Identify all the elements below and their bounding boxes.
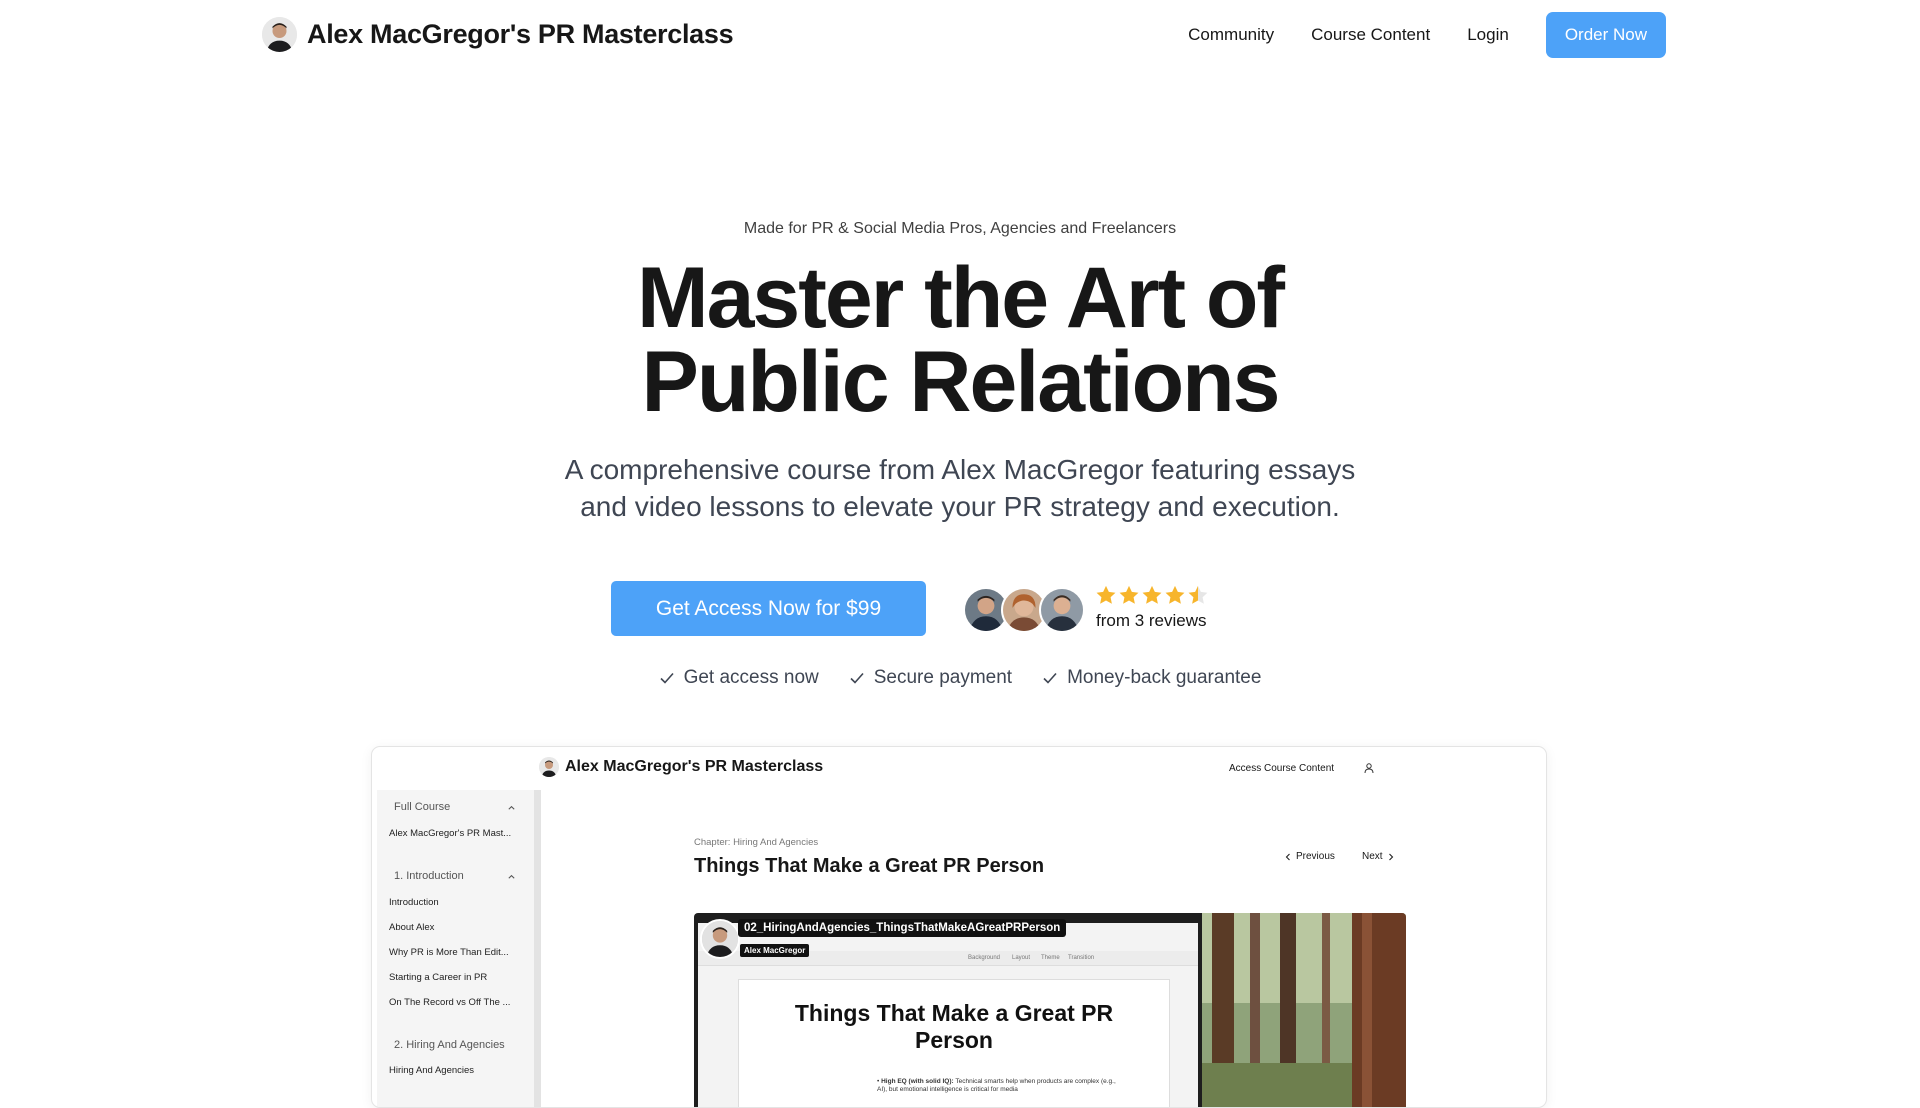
feature-label: Secure payment xyxy=(873,667,1013,688)
video-webcam-avatar xyxy=(700,919,740,959)
hero-subtitle-line-1: A comprehensive course from Alex MacGreg… xyxy=(564,454,1356,485)
preview-brand-title: Alex MacGregor's PR Masterclass xyxy=(565,758,824,775)
video-forest-image xyxy=(1202,913,1406,1107)
slide-title-line-2: Person xyxy=(915,1027,993,1053)
sidebar-item[interactable]: Alex MacGregor's PR Mast... xyxy=(389,828,529,839)
feature-label: Money-back guarantee xyxy=(1067,667,1262,688)
rating-stars xyxy=(1095,584,1209,606)
reviews-count: from 3 reviews xyxy=(1096,611,1207,630)
hero-eyebrow: Made for PR & Social Media Pros, Agencie… xyxy=(743,220,1177,237)
star-icon xyxy=(1142,585,1162,604)
chapter-label: Chapter: Hiring And Agencies xyxy=(694,837,819,848)
sidebar-header-hiring[interactable]: 2. Hiring And Agencies xyxy=(394,1039,505,1051)
hero-title-line-1: Master the Art of xyxy=(636,250,1285,346)
brand-avatar xyxy=(262,17,297,52)
slide-title: Things That Make a Great PR Person xyxy=(739,1000,1169,1054)
chevron-left-icon xyxy=(1285,853,1290,860)
video-author-label: Alex MacGregor xyxy=(740,944,810,957)
preview-access-link[interactable]: Access Course Content xyxy=(1229,763,1334,774)
sidebar-item[interactable]: On The Record vs Off The ... xyxy=(389,997,529,1008)
check-icon xyxy=(1043,672,1057,684)
sidebar-item[interactable]: Hiring And Agencies xyxy=(389,1065,529,1076)
slide-title-line-1: Things That Make a Great PR xyxy=(794,1000,1114,1026)
feature-list: Get access now Secure payment Money-back… xyxy=(0,667,1920,689)
check-icon xyxy=(850,672,864,684)
chevron-up-icon[interactable] xyxy=(507,872,516,881)
course-preview: Alex MacGregor's PR Masterclass Access C… xyxy=(371,746,1547,1108)
brand-title: Alex MacGregor's PR Masterclass xyxy=(307,19,734,49)
sidebar-header-introduction[interactable]: 1. Introduction xyxy=(394,870,464,882)
order-now-button[interactable]: Order Now xyxy=(1545,12,1666,58)
video-slide: Things That Make a Great PR Person • Hig… xyxy=(738,979,1170,1107)
toolbar-item: Theme xyxy=(1041,955,1060,961)
chevron-right-icon xyxy=(1388,853,1393,860)
nav-links: Community Course Content Login Order Now xyxy=(1188,12,1666,58)
nav-link-login[interactable]: Login xyxy=(1467,25,1509,45)
hero-title-line-2: Public Relations xyxy=(641,334,1280,430)
star-icon xyxy=(1165,585,1185,604)
nav-link-course-content[interactable]: Course Content xyxy=(1311,25,1430,45)
feature-item: Money-back guarantee xyxy=(1042,667,1261,689)
toolbar-item: Transition xyxy=(1068,955,1095,961)
sidebar-item[interactable]: About Alex xyxy=(389,922,529,933)
video-player[interactable]: Background Layout Theme Transition Thing… xyxy=(694,913,1406,1107)
sidebar-item[interactable]: Introduction xyxy=(389,897,529,908)
feature-item: Secure payment xyxy=(849,667,1012,689)
previous-button[interactable]: Previous xyxy=(1284,851,1335,862)
sidebar-header-full-course[interactable]: Full Course xyxy=(394,801,450,813)
previous-label: Previous xyxy=(1296,851,1335,862)
feature-item: Get access now xyxy=(659,667,819,689)
next-label: Next xyxy=(1362,851,1383,862)
toolbar-item: Layout xyxy=(1012,955,1031,961)
lesson-title: Things That Make a Great PR Person xyxy=(694,855,1045,877)
star-half-icon xyxy=(1188,585,1208,604)
star-icon xyxy=(1096,585,1116,604)
sidebar-item[interactable]: Starting a Career in PR xyxy=(389,972,529,983)
video-file-label: 02_HiringAndAgencies_ThingsThatMakeAGrea… xyxy=(738,919,1067,937)
top-nav: Alex MacGregor's PR Masterclass Communit… xyxy=(0,0,1920,70)
user-icon[interactable] xyxy=(1363,762,1375,774)
hero-subtitle-line-2: and video lessons to elevate your PR str… xyxy=(580,491,1340,522)
star-icon xyxy=(1119,585,1139,604)
check-icon xyxy=(659,672,674,684)
preview-avatar xyxy=(539,757,559,777)
hero-subtitle: A comprehensive course from Alex MacGreg… xyxy=(460,451,1460,525)
reviewer-avatars xyxy=(963,587,1085,633)
preview-brand: Alex MacGregor's PR Masterclass xyxy=(539,757,823,777)
preview-sidebar: Full Course Alex MacGregor's PR Mast... … xyxy=(377,790,541,1107)
chevron-up-icon[interactable] xyxy=(507,803,516,812)
nav-link-community[interactable]: Community xyxy=(1188,25,1274,45)
next-button[interactable]: Next xyxy=(1362,851,1395,862)
sidebar-item[interactable]: Why PR is More Than Edit... xyxy=(389,947,529,958)
brand[interactable]: Alex MacGregor's PR Masterclass xyxy=(262,17,734,52)
get-access-button[interactable]: Get Access Now for $99 xyxy=(611,581,926,636)
reviewer-avatar xyxy=(1039,587,1085,633)
slide-bullet-bold: High EQ (with solid IQ): xyxy=(881,1078,954,1085)
hero-title: Master the Art of Public Relations xyxy=(0,255,1920,425)
toolbar-item: Background xyxy=(968,955,1001,961)
feature-label: Get access now xyxy=(683,667,819,688)
slide-bullet: • High EQ (with solid IQ): Technical sma… xyxy=(877,1078,1116,1093)
